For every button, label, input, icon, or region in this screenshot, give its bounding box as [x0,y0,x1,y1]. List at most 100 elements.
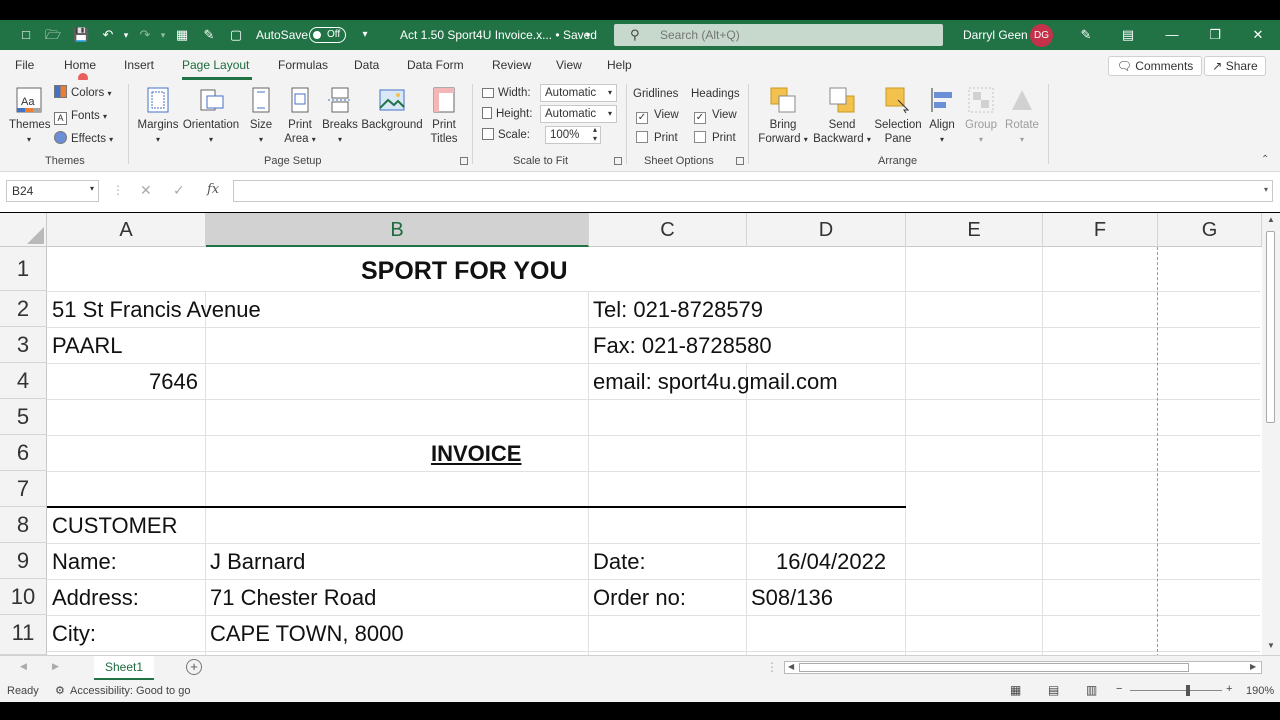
insert-function-icon[interactable]: fx [207,182,219,197]
redo-dropdown-icon[interactable]: ▾ [155,27,171,43]
margins-button[interactable]: Margins ▾ [136,86,180,147]
chevron-down-icon[interactable]: ▾ [1264,185,1268,194]
normal-view-icon[interactable]: ▦ [1010,683,1021,697]
rotate-button[interactable]: Rotate ▾ [1002,86,1042,147]
edit-icon[interactable]: ✎ [201,27,217,43]
row-header-1[interactable]: 1 [0,247,47,291]
gridlines-print-checkbox[interactable]: Print [636,131,678,144]
tab-data[interactable]: Data [354,58,379,72]
cell-c9[interactable]: Date: [593,549,646,575]
collapse-ribbon-icon[interactable]: ⌃ [1261,154,1269,165]
open-folder-icon[interactable]: 🗁 [45,27,61,43]
save-icon[interactable]: 💾 [73,27,89,43]
minimize-icon[interactable]: — [1162,25,1182,45]
row-header-2[interactable]: 2 [0,291,47,327]
horizontal-scrollbar[interactable]: ◀ ▶ [784,661,1262,674]
size-button[interactable]: Size ▾ [245,86,277,147]
cell-d9[interactable]: 16/04/2022 [776,549,886,575]
gridlines-view-checkbox[interactable]: ✓ View [636,109,679,124]
print-titles-button[interactable]: Print Titles [425,86,463,146]
scroll-up-icon[interactable]: ▲ [1267,215,1275,224]
zoom-slider-track[interactable] [1130,690,1222,691]
new-file-icon[interactable]: □ [18,27,34,43]
zoom-in-icon[interactable]: + [1226,683,1232,695]
themes-button[interactable]: Aa Themes ▾ [9,86,51,147]
cell-c3[interactable]: Fax: 021-8728580 [593,333,772,359]
scroll-thumb[interactable] [799,663,1189,672]
page-layout-view-icon[interactable]: ▤ [1048,683,1059,697]
spreadsheet-grid[interactable]: A B C D E F G 1 2 3 4 5 6 7 8 9 10 11 SP… [0,213,1280,655]
cell-c2[interactable]: Tel: 021-8728579 [593,297,763,323]
next-sheet-icon[interactable]: ▶ [52,661,59,672]
stepper-arrows-icon[interactable]: ▴ ▾ [593,125,597,143]
group-button[interactable]: Group ▾ [962,86,1000,147]
row-header-3[interactable]: 3 [0,327,47,363]
row-header-7[interactable]: 7 [0,471,47,507]
col-header-a[interactable]: A [47,213,206,247]
title-dropdown-icon[interactable]: ▾ [580,27,596,43]
comments-button[interactable]: 🗨 Comments [1108,56,1202,76]
avatar[interactable]: DG [1030,24,1053,47]
cell-a11[interactable]: City: [52,621,96,647]
sheet-options-launcher-icon[interactable] [736,157,744,165]
close-icon[interactable]: ✕ [1248,25,1268,45]
fonts-button[interactable]: A Fonts ▾ [54,107,107,125]
width-select[interactable]: Automatic ▾ [540,84,617,102]
row-header-6[interactable]: 6 [0,435,47,471]
cell-b9[interactable]: J Barnard [210,549,305,575]
bring-forward-button[interactable]: Bring Forward ▾ [756,86,810,147]
add-sheet-icon[interactable]: + [186,659,202,675]
print-area-button[interactable]: Print Area ▾ [282,86,318,147]
formula-input[interactable]: ▾ [233,180,1273,202]
col-header-c[interactable]: C [589,213,747,247]
col-header-f[interactable]: F [1043,213,1158,247]
tab-help[interactable]: Help [607,58,632,72]
select-all-corner[interactable] [0,213,47,247]
height-select[interactable]: Automatic ▾ [540,105,617,123]
restore-icon[interactable]: ❐ [1205,25,1225,45]
scale-to-fit-launcher-icon[interactable] [614,157,622,165]
tab-data-form[interactable]: Data Form [407,58,464,72]
row-header-8[interactable]: 8 [0,507,47,543]
sheet-tab-sheet1[interactable]: Sheet1 [94,656,154,680]
autosave-toggle[interactable]: Off [309,27,346,43]
form-icon[interactable]: ▦ [174,27,190,43]
redo-icon[interactable]: ↷ [137,27,153,43]
tab-insert[interactable]: Insert [124,58,154,72]
cell-a2[interactable]: 51 St Francis Avenue [52,297,261,323]
tab-page-layout[interactable]: Page Layout [182,58,249,72]
tab-file[interactable]: File [15,58,34,72]
enter-icon[interactable]: ✓ [173,182,185,199]
status-accessibility[interactable]: Accessibility: Good to go [70,685,190,697]
row-header-4[interactable]: 4 [0,363,47,399]
page-break-view-icon[interactable]: ▥ [1086,683,1097,697]
cell-a4[interactable]: 7646 [149,369,198,395]
row-header-9[interactable]: 9 [0,543,47,579]
cell-b10[interactable]: 71 Chester Road [210,585,376,611]
breaks-button[interactable]: Breaks ▾ [322,86,358,147]
headings-print-checkbox[interactable]: Print [694,131,736,144]
search-box[interactable]: ⚲ [614,24,943,46]
ribbon-display-icon[interactable]: ▤ [1118,25,1138,45]
cell-title[interactable]: SPORT FOR YOU [361,257,568,286]
tab-view[interactable]: View [556,58,582,72]
frame-icon[interactable]: ▢ [228,27,244,43]
user-name[interactable]: Darryl Geen [963,28,1028,42]
selection-pane-button[interactable]: Selection Pane [872,86,924,146]
tab-home[interactable]: Home [64,58,96,72]
cell-b11[interactable]: CAPE TOWN, 8000 [210,621,404,647]
cell-d10[interactable]: S08/136 [751,585,833,611]
col-header-g[interactable]: G [1158,213,1262,247]
cancel-icon[interactable]: ✕ [140,182,152,199]
col-header-e[interactable]: E [906,213,1043,247]
orientation-button[interactable]: Orientation ▾ [181,86,241,147]
colors-button[interactable]: Colors ▾ [54,84,111,102]
scroll-thumb[interactable] [1266,231,1275,423]
zoom-out-icon[interactable]: − [1116,683,1122,695]
document-title[interactable]: Act 1.50 Sport4U Invoice.x... • Saved [400,28,597,42]
undo-icon[interactable]: ↶ [100,27,116,43]
effects-button[interactable]: Effects ▾ [54,130,113,148]
scale-stepper[interactable]: 100% ▴ ▾ [545,125,601,144]
cell-a3[interactable]: PAARL [52,333,123,359]
zoom-slider-thumb[interactable] [1186,685,1190,696]
